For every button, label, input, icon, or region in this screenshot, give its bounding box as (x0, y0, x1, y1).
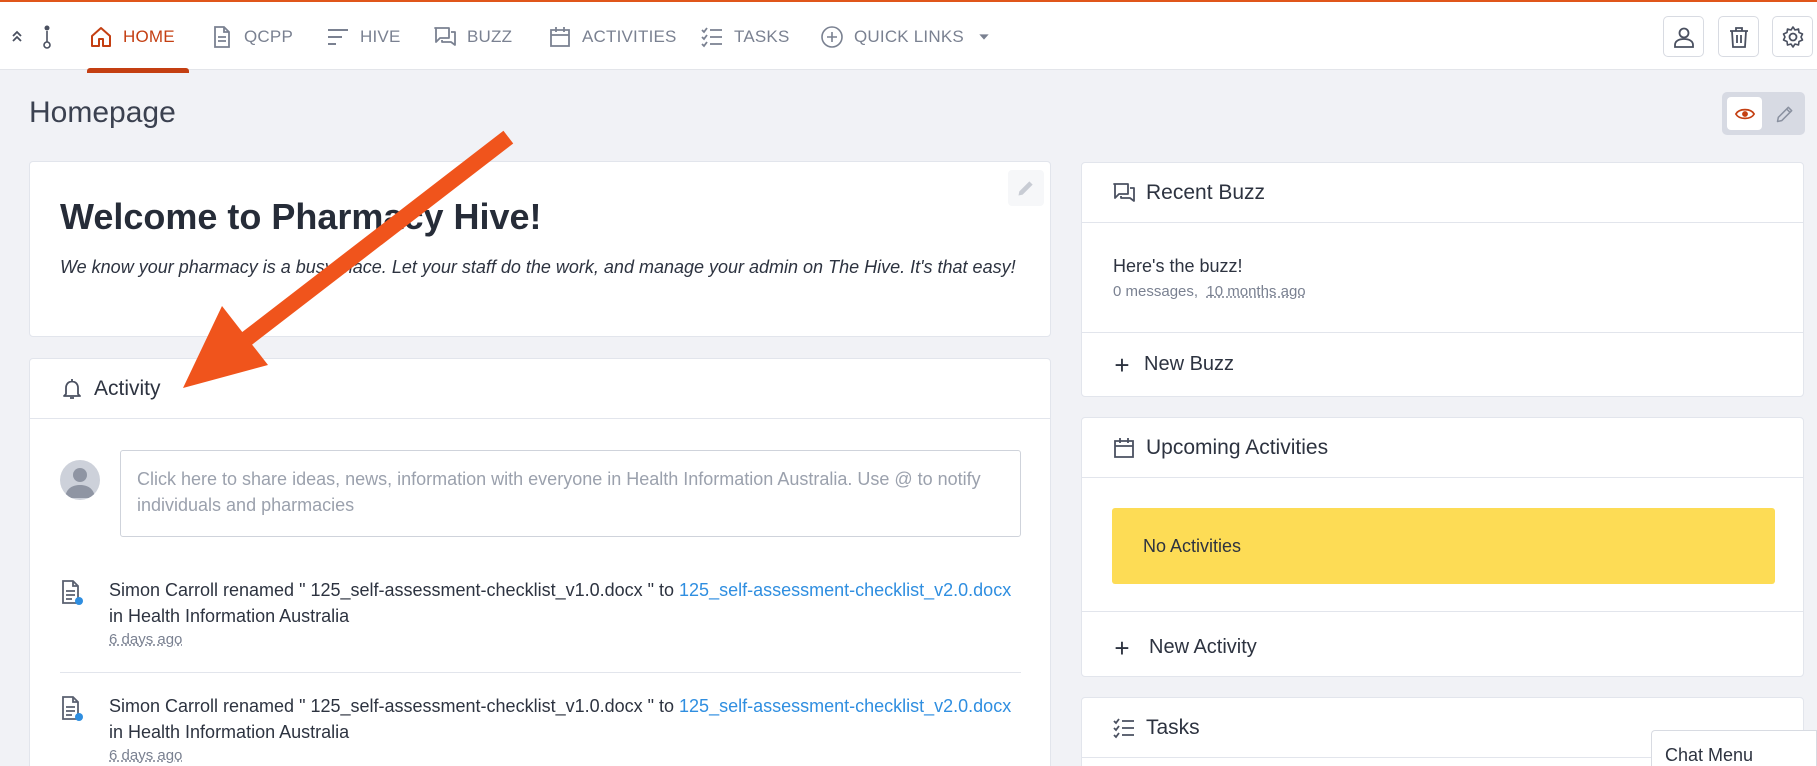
feed-text: Simon Carroll renamed " 125_self-assessm… (109, 577, 1021, 651)
calendar-icon (550, 27, 570, 47)
activity-header: Activity (30, 359, 1050, 419)
tasks-title: Tasks (1146, 715, 1200, 739)
plus-circle-icon (821, 26, 843, 48)
nav-activities[interactable]: ACTIVITIES (548, 2, 677, 72)
new-buzz-button[interactable]: + New Buzz (1113, 349, 1235, 380)
recent-buzz-card: Recent Buzz Here's the buzz! 0 messages,… (1081, 162, 1804, 397)
file-link[interactable]: 125_self-assessment-checklist_v2.0.docx (679, 696, 1011, 716)
upcoming-activities-title: Upcoming Activities (1146, 435, 1329, 459)
nav-tasks[interactable]: TASKS (700, 2, 789, 72)
chat-bubbles-icon (1113, 182, 1135, 202)
checklist-icon (701, 27, 722, 48)
buzz-item-title[interactable]: Here's the buzz! (1113, 256, 1243, 277)
collapse-chevrons-icon[interactable] (10, 28, 24, 44)
avatar (60, 460, 100, 500)
welcome-edit-button[interactable] (1008, 170, 1044, 206)
nav-tasks-label: TASKS (734, 27, 790, 46)
document-icon (62, 580, 83, 605)
share-post-input[interactable]: Click here to share ideas, news, informa… (120, 450, 1021, 537)
new-buzz-label: New Buzz (1144, 353, 1235, 375)
file-link[interactable]: 125_self-assessment-checklist_v2.0.docx (679, 580, 1011, 600)
new-activity-button[interactable]: + New Activity (1113, 632, 1257, 663)
nav-qcpp-label: QCPP (244, 27, 293, 46)
feed-description: Simon Carroll renamed " 125_self-assessm… (109, 696, 680, 716)
drag-handle-icon[interactable] (40, 24, 54, 50)
welcome-card: Welcome to Pharmacy Hive! We know your p… (29, 161, 1051, 337)
welcome-text: We know your pharmacy is a busy place. L… (60, 257, 1016, 277)
nav-hive[interactable]: HIVE (326, 2, 400, 72)
new-activity-label: New Activity (1149, 636, 1257, 658)
pencil-icon (1018, 181, 1033, 196)
document-icon (62, 696, 83, 721)
nav-quick-links-label: QUICK LINKS (854, 27, 964, 46)
document-icon (214, 26, 230, 48)
recent-buzz-header: Recent Buzz (1082, 163, 1803, 223)
nav-quick-links[interactable]: QUICK LINKS (820, 2, 992, 72)
welcome-title: Welcome to Pharmacy Hive! (60, 196, 542, 237)
bell-icon (63, 378, 81, 399)
feed-location: in Health Information Australia (109, 722, 350, 742)
user-icon (1673, 27, 1694, 48)
chat-bubbles-icon (434, 27, 456, 46)
plus-icon: + (1114, 632, 1130, 663)
page-title: Homepage (29, 96, 176, 129)
gear-icon (1782, 25, 1803, 48)
recent-buzz-title: Recent Buzz (1146, 180, 1266, 204)
caret-down-icon (979, 34, 989, 40)
nav-buzz[interactable]: BUZZ (433, 2, 512, 72)
trash-icon (1729, 26, 1748, 48)
feed-location: in Health Information Australia (109, 606, 350, 626)
list-item: Simon Carroll renamed " 125_self-assessm… (60, 577, 1021, 667)
activity-title: Activity (94, 376, 161, 400)
nav-activities-label: ACTIVITIES (582, 27, 677, 46)
calendar-icon (1114, 437, 1134, 458)
upcoming-activities-card: Upcoming Activities No Activities + New … (1081, 417, 1804, 677)
lines-icon (328, 29, 348, 45)
feed-description: Simon Carroll renamed " 125_self-assessm… (109, 580, 680, 600)
settings-button[interactable] (1772, 16, 1813, 57)
buzz-message-count: 0 messages, (1113, 283, 1199, 300)
nav-home[interactable]: HOME (87, 2, 189, 73)
nav-buzz-label: BUZZ (467, 27, 513, 46)
timestamp: 6 days ago (109, 631, 183, 648)
view-mode-button[interactable] (1727, 97, 1762, 130)
feed-text: Simon Carroll renamed " 125_self-assessm… (109, 693, 1021, 766)
card-divider (1082, 332, 1803, 333)
upcoming-activities-header: Upcoming Activities (1082, 418, 1803, 478)
user-silhouette-icon (65, 468, 95, 498)
nav-home-label: HOME (123, 27, 175, 46)
profile-button[interactable] (1663, 16, 1704, 57)
no-activities-alert: No Activities (1112, 508, 1775, 584)
feed-divider (60, 672, 1021, 673)
activity-card: Activity Click here to share ideas, news… (29, 358, 1051, 766)
nav-qcpp[interactable]: QCPP (210, 2, 293, 72)
timestamp: 6 days ago (109, 747, 183, 764)
card-divider (1082, 611, 1803, 612)
checklist-icon (1113, 717, 1134, 738)
timestamp: 10 months ago (1206, 283, 1306, 300)
nav-hive-label: HIVE (360, 27, 401, 46)
chat-menu-button[interactable]: Chat Menu (1651, 730, 1817, 766)
top-navigation-bar: HOME QCPP HIVE BUZZ ACTIVITIES TASKS QUI… (0, 0, 1817, 73)
home-icon (91, 27, 111, 47)
plus-icon: + (1114, 349, 1130, 380)
view-edit-toggle (1722, 92, 1805, 135)
trash-button[interactable] (1718, 16, 1759, 57)
buzz-meta: 0 messages, 10 months ago (1113, 283, 1306, 300)
eye-icon (1734, 108, 1755, 119)
list-item: Simon Carroll renamed " 125_self-assessm… (60, 693, 1021, 766)
pencil-icon (1776, 106, 1792, 122)
edit-mode-button[interactable] (1768, 97, 1801, 130)
